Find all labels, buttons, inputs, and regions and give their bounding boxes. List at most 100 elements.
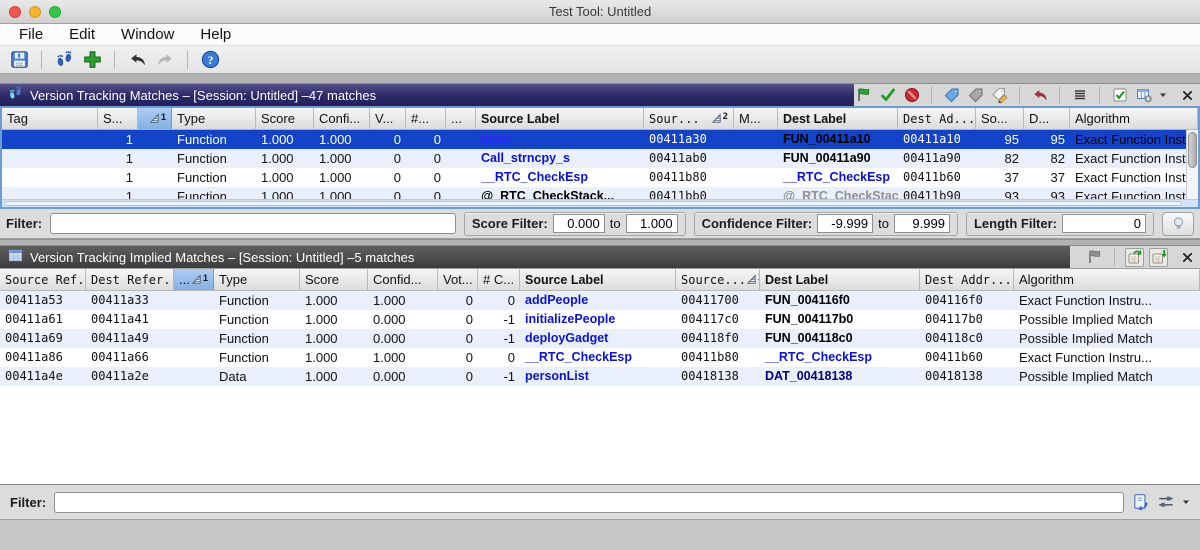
confidence-filter-to-input[interactable] xyxy=(894,214,950,233)
implied-filter-input[interactable] xyxy=(54,492,1124,513)
block-reject-icon[interactable] xyxy=(902,86,921,105)
check-accept-icon[interactable] xyxy=(878,86,897,105)
caret-down-icon[interactable] xyxy=(1182,498,1190,506)
table-row[interactable]: 00411a5300411a33Function1.0001.00000addP… xyxy=(0,291,1200,310)
undo-red-icon[interactable] xyxy=(1030,86,1049,105)
column-header-source-[interactable]: Source...2 xyxy=(676,269,760,290)
table-row[interactable]: 1Function1.0001.00000main00411a30FUN_004… xyxy=(2,130,1198,149)
window-minimize-button[interactable] xyxy=(29,6,41,18)
column-header-d-[interactable]: D... xyxy=(1024,108,1070,129)
horizontal-scrollbar[interactable] xyxy=(2,199,1198,207)
column-header-dest-label[interactable]: Dest Label xyxy=(778,108,898,129)
tag-edit-icon[interactable] xyxy=(990,86,1009,105)
column-header-sour-[interactable]: Sour...2 xyxy=(644,108,734,129)
column-header--c-[interactable]: # C... xyxy=(478,269,520,290)
toolbar-separator xyxy=(41,51,42,69)
window-divider xyxy=(0,74,1200,84)
flag-gray-icon[interactable] xyxy=(1085,248,1104,267)
table-row[interactable]: 1Function1.0001.00000Call_strncpy_s00411… xyxy=(2,149,1198,168)
confidence-filter-from-input[interactable] xyxy=(817,214,873,233)
column-header-source-ref-[interactable]: Source Ref... xyxy=(0,269,86,290)
column-header-score[interactable]: Score xyxy=(256,108,314,129)
add-icon[interactable] xyxy=(81,49,103,71)
vertical-scrollbar[interactable] xyxy=(1186,130,1198,199)
column-header-v-[interactable]: V... xyxy=(370,108,406,129)
table-columns-icon[interactable] xyxy=(1134,86,1153,105)
column-header-algorithm[interactable]: Algorithm xyxy=(1070,108,1198,129)
column-header-algorithm[interactable]: Algorithm xyxy=(1014,269,1200,290)
help-icon[interactable]: ? xyxy=(199,49,221,71)
cell-algorithm: Exact Function Instr... xyxy=(1070,168,1198,187)
cell-type: Function xyxy=(172,130,256,149)
column-header-s-[interactable]: S... xyxy=(98,108,138,129)
caret-down-icon[interactable] xyxy=(1158,86,1168,105)
column-header-type[interactable]: Type xyxy=(172,108,256,129)
implied-panel-title-text: Version Tracking Implied Matches – [Sess… xyxy=(30,250,414,265)
horizontal-scrollbar-thumb[interactable] xyxy=(4,201,1182,206)
column-header-so-[interactable]: So... xyxy=(976,108,1024,129)
table-row[interactable]: 00411a6100411a41Function1.0000.0000-1ini… xyxy=(0,310,1200,329)
apply-markup-icon[interactable] xyxy=(1125,248,1144,267)
column-header-confi-[interactable]: Confi... xyxy=(314,108,370,129)
column-header--[interactable]: ... xyxy=(446,108,476,129)
matches-filter-input[interactable] xyxy=(50,213,456,234)
score-filter-to-input[interactable] xyxy=(626,214,678,233)
table-row[interactable]: 1Function1.0001.00000@_RTC_CheckStack...… xyxy=(2,187,1198,199)
column-header-type[interactable]: Type xyxy=(214,269,300,290)
tag-gray-icon[interactable] xyxy=(966,86,985,105)
cell-dest-addr: 00411b60 xyxy=(920,348,1014,367)
length-filter-input[interactable] xyxy=(1062,214,1146,233)
cell-conflicts: 0 xyxy=(406,130,446,149)
filter-options-button[interactable] xyxy=(1162,212,1194,236)
menu-item-edit[interactable]: Edit xyxy=(56,24,108,45)
column-header-source-label[interactable]: Source Label xyxy=(520,269,676,290)
column-header-dest-addr-[interactable]: Dest Addr... xyxy=(920,269,1014,290)
column-header-dest-ad-[interactable]: Dest Ad... xyxy=(898,108,976,129)
column-header-dest-refer-[interactable]: Dest Refer... xyxy=(86,269,174,290)
menu-item-help[interactable]: Help xyxy=(187,24,244,45)
column-header-confid-[interactable]: Confid... xyxy=(368,269,438,290)
column-header-vot-[interactable]: Vot... xyxy=(438,269,478,290)
menu-item-window[interactable]: Window xyxy=(108,24,187,45)
confidence-filter-group: Confidence Filter: to xyxy=(694,212,958,236)
column-header-source-label[interactable]: Source Label xyxy=(476,108,644,129)
apply-markup-add-icon[interactable] xyxy=(1149,248,1168,267)
matches-panel-close-button[interactable] xyxy=(1174,84,1200,106)
toolbar-separator xyxy=(114,51,115,69)
flag-green-icon[interactable] xyxy=(854,86,873,105)
redo-icon[interactable] xyxy=(154,49,176,71)
column-header--[interactable]: ...1 xyxy=(174,269,214,290)
column-header-sorted[interactable]: 1 xyxy=(138,108,172,129)
filter-settings-icon[interactable] xyxy=(1157,493,1175,511)
list-menu-icon[interactable] xyxy=(1070,86,1089,105)
column-header-tag[interactable]: Tag xyxy=(2,108,98,129)
checkbox-filter-icon[interactable] xyxy=(1110,86,1129,105)
cell-src-label: main xyxy=(476,130,644,149)
save-icon[interactable] xyxy=(8,49,30,71)
score-filter-from-input[interactable] xyxy=(553,214,605,233)
table-row[interactable]: 00411a8600411a66Function1.0001.00000__RT… xyxy=(0,348,1200,367)
cell-votes: 0 xyxy=(438,348,478,367)
window-close-button[interactable] xyxy=(9,6,21,18)
column-header-dest-label[interactable]: Dest Label xyxy=(760,269,920,290)
column-header--[interactable]: #... xyxy=(406,108,446,129)
menu-item-file[interactable]: File xyxy=(6,24,56,45)
table-row[interactable]: 00411a6900411a49Function1.0000.0000-1dep… xyxy=(0,329,1200,348)
implied-filter-icons xyxy=(1132,493,1190,511)
toolbar-separator xyxy=(1019,86,1020,104)
cell-src-addr: 00411b80 xyxy=(676,348,760,367)
table-row[interactable]: 00411a4e00411a2eData1.0000.0000-1personL… xyxy=(0,367,1200,386)
column-header-score[interactable]: Score xyxy=(300,269,368,290)
undo-icon[interactable] xyxy=(126,49,148,71)
column-header-m-[interactable]: M... xyxy=(734,108,778,129)
implied-panel-close-button[interactable] xyxy=(1174,246,1200,268)
window-title: Test Tool: Untitled xyxy=(0,4,1200,19)
table-icon xyxy=(8,248,23,266)
window-zoom-button[interactable] xyxy=(49,6,61,18)
table-row[interactable]: 1Function1.0001.00000__RTC_CheckEsp00411… xyxy=(2,168,1198,187)
tag-blue-icon[interactable] xyxy=(942,86,961,105)
cell-src-len: 37 xyxy=(976,168,1024,187)
vertical-scrollbar-thumb[interactable] xyxy=(1188,132,1197,168)
footprints-icon[interactable] xyxy=(53,49,75,71)
clear-filter-icon[interactable] xyxy=(1132,493,1150,511)
